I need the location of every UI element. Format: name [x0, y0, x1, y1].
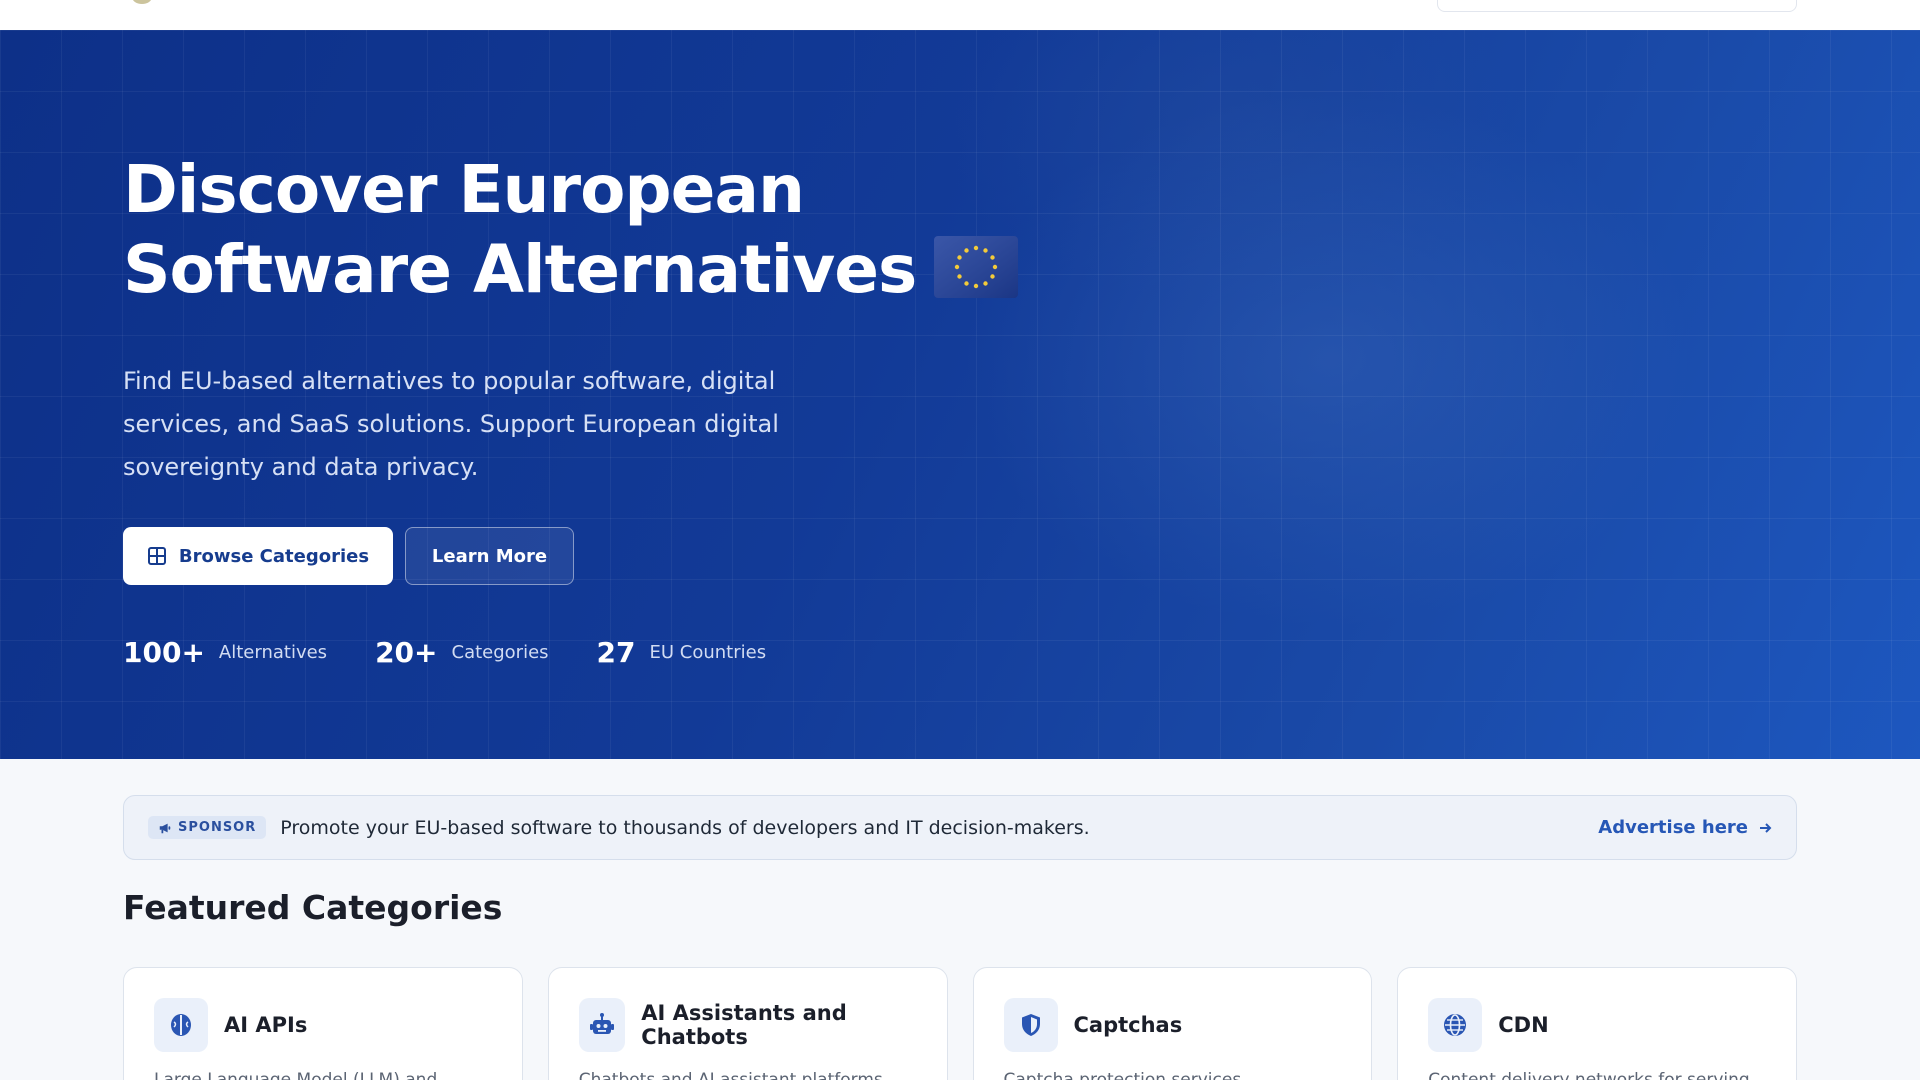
hero-title-line-2-text: Software Alternatives: [123, 231, 917, 308]
card-description: Captcha protection services: [1003, 1070, 1242, 1080]
category-card-captchas[interactable]: Captchas Captcha protection services: [972, 967, 1373, 1080]
stat-eu-countries: 27 EU Countries: [597, 636, 767, 669]
logo-icon[interactable]: [132, 0, 152, 4]
card-icon-wrap: [1003, 998, 1058, 1052]
megaphone-icon: [159, 823, 171, 833]
card-title: AI Assistants and Chatbots: [641, 1001, 847, 1049]
hero-section: Discover European Software Alternatives: [0, 30, 1920, 759]
card-icon-wrap: [154, 998, 208, 1052]
card-description: Content delivery networks for serving: [1428, 1070, 1750, 1080]
learn-more-button[interactable]: Learn More: [405, 527, 574, 585]
sponsor-badge-label: SPONSOR: [178, 820, 257, 835]
featured-categories-grid: AI APIs Large Language Model (LLM) and A…: [123, 967, 1797, 1080]
arrow-right-icon: [1760, 822, 1772, 833]
stat-label: Categories: [451, 642, 549, 663]
card-title: Captchas: [1073, 1013, 1183, 1037]
top-navigation-bar: [0, 0, 1920, 30]
stat-label: Alternatives: [218, 642, 328, 663]
advertise-here-label: Advertise here: [1598, 817, 1748, 838]
sponsor-text: Promote your EU-based software to thousa…: [280, 816, 1090, 839]
browse-categories-label: Browse Categories: [178, 545, 370, 567]
hero-title-line-2: Software Alternatives: [123, 230, 1023, 310]
category-card-cdn[interactable]: CDN Content delivery networks for servin…: [1397, 967, 1797, 1080]
robot-icon: [590, 1013, 615, 1034]
card-title: AI APIs: [224, 1013, 308, 1037]
advertise-here-link[interactable]: Advertise here: [1598, 817, 1772, 838]
eu-flag-icon: [934, 236, 1019, 298]
browse-categories-button[interactable]: Browse Categories: [123, 527, 393, 585]
globe-icon: [1444, 1014, 1467, 1036]
stat-categories: 20+ Categories: [375, 636, 548, 669]
learn-more-label: Learn More: [431, 545, 548, 567]
card-description: Chatbots and AI assistant platforms: [578, 1070, 883, 1080]
stat-alternatives: 100+ Alternatives: [123, 636, 327, 669]
stat-value: 27: [596, 636, 636, 669]
shield-icon: [1021, 1014, 1040, 1036]
card-header: AI APIs: [154, 998, 492, 1052]
sponsor-badge: SPONSOR: [148, 816, 267, 839]
hero-title: Discover European Software Alternatives: [123, 150, 1023, 310]
featured-categories-heading: Featured Categories: [123, 888, 503, 927]
stat-value: 20+: [375, 636, 438, 669]
grid-icon: [147, 547, 166, 565]
hero-subtitle: Find EU-based alternatives to popular so…: [123, 367, 779, 481]
stat-value: 100+: [123, 636, 205, 669]
card-header: AI Assistants and Chatbots: [578, 998, 917, 1052]
card-title: CDN: [1498, 1013, 1549, 1037]
hero-stats: 100+ Alternatives 20+ Categories 27 EU C…: [123, 636, 766, 669]
brain-icon: [171, 1014, 191, 1036]
card-header: CDN: [1428, 998, 1766, 1052]
card-icon-wrap: [578, 998, 626, 1052]
card-icon-wrap: [1428, 998, 1483, 1052]
hero-title-line-1: Discover European: [123, 151, 805, 228]
stat-label: EU Countries: [649, 642, 767, 663]
card-description: Large Language Model (LLM) and: [154, 1070, 438, 1080]
category-card-ai-assistants[interactable]: AI Assistants and Chatbots Chatbots and …: [547, 967, 948, 1080]
sponsor-banner: SPONSOR Promote your EU-based software t…: [123, 795, 1797, 860]
search-input[interactable]: [1437, 0, 1797, 12]
category-card-ai-apis[interactable]: AI APIs Large Language Model (LLM) and: [123, 967, 523, 1080]
card-header: Captchas: [1003, 998, 1342, 1052]
